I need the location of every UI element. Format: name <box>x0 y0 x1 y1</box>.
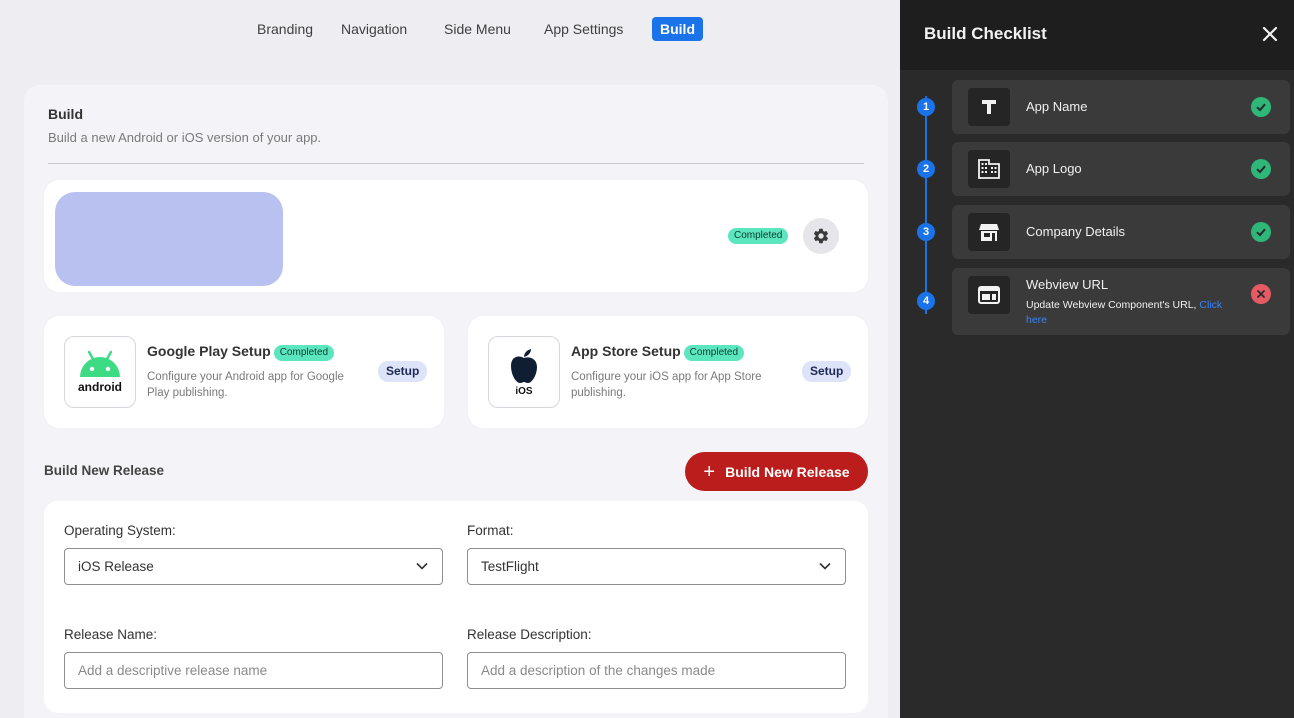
error-circle-icon <box>1251 284 1271 304</box>
checklist-item-description: Update Webview Component's URL, Click he… <box>1026 298 1236 328</box>
release-description-label: Release Description: <box>467 627 592 642</box>
release-name-input[interactable] <box>78 654 428 687</box>
app-settings-button[interactable] <box>803 218 839 254</box>
tab-branding[interactable]: Branding <box>257 17 313 41</box>
checklist-item-company-details[interactable]: Company Details <box>952 205 1290 259</box>
app-store-description: Configure your iOS app for App Store pub… <box>571 371 762 399</box>
app-store-title: App Store Setup Completed <box>571 343 745 361</box>
build-new-release-label: Build New Release <box>725 463 850 480</box>
building-icon <box>968 150 1010 188</box>
android-logo-text: android <box>78 380 122 394</box>
checklist-item-app-logo[interactable]: App Logo <box>952 142 1290 196</box>
google-play-description: Configure your Android app for Google Pl… <box>147 371 344 399</box>
release-name-field <box>64 652 443 689</box>
checklist-item-webview-url[interactable]: Webview URL Update Webview Component's U… <box>952 268 1290 335</box>
format-value: TestFlight <box>481 559 539 574</box>
checklist-item-label: App Logo <box>1026 161 1082 176</box>
checklist-item-label: App Name <box>1026 99 1088 114</box>
webview-description-text: Update Webview Component's URL, <box>1026 299 1197 311</box>
build-new-release-heading: Build New Release <box>44 463 165 478</box>
divider <box>48 163 864 164</box>
ios-logo: iOS <box>488 336 560 408</box>
android-icon <box>80 350 120 377</box>
text-icon <box>968 88 1010 126</box>
checklist-item-label: Company Details <box>1026 224 1125 239</box>
checklist-timeline <box>925 96 927 314</box>
app-store-setup-card: iOS App Store Setup Completed Configure y… <box>468 316 868 428</box>
panel-header: Build Checklist <box>900 0 1294 70</box>
build-title: Build <box>48 106 83 122</box>
check-circle-icon <box>1251 97 1271 117</box>
google-play-title-text: Google Play Setup <box>147 343 271 359</box>
checklist-item-app-name[interactable]: App Name <box>952 80 1290 134</box>
ios-logo-text: iOS <box>515 385 533 397</box>
gear-icon <box>813 228 829 244</box>
release-name-label: Release Name: <box>64 627 158 642</box>
store-icon <box>968 213 1010 251</box>
tab-navigation[interactable]: Navigation <box>341 17 407 41</box>
webview-icon <box>968 276 1010 314</box>
format-label: Format: <box>467 523 514 538</box>
app-store-setup-button[interactable]: Setup <box>802 361 852 382</box>
tab-build[interactable]: Build <box>652 17 703 41</box>
tab-side-menu[interactable]: Side Menu <box>444 17 511 41</box>
tab-app-settings[interactable]: App Settings <box>544 17 623 41</box>
status-badge: Completed <box>728 228 789 244</box>
operating-system-label: Operating System: <box>64 523 176 538</box>
android-logo: android <box>64 336 136 408</box>
app-thumbnail <box>55 192 283 286</box>
app-store-title-text: App Store Setup <box>571 343 681 359</box>
release-form: Operating System: iOS Release Format: Te… <box>44 501 868 713</box>
plus-icon: + <box>703 460 716 483</box>
build-subtitle: Build a new Android or iOS version of yo… <box>48 130 322 145</box>
build-checklist-panel: Build Checklist 1 2 3 4 App Name App Log… <box>900 0 1294 718</box>
step-number: 3 <box>917 223 935 241</box>
step-number: 1 <box>917 98 935 116</box>
chevron-down-icon <box>416 562 428 570</box>
build-new-release-button[interactable]: + Build New Release <box>685 452 868 491</box>
close-button[interactable] <box>1262 26 1278 47</box>
google-play-setup-button[interactable]: Setup <box>378 361 428 382</box>
google-play-status-badge: Completed <box>273 345 335 361</box>
apple-icon <box>511 348 537 383</box>
check-circle-icon <box>1251 159 1271 179</box>
checklist-item-label: Webview URL <box>1026 277 1109 292</box>
release-description-field <box>467 652 846 689</box>
step-number: 2 <box>917 160 935 178</box>
format-select[interactable]: TestFlight <box>467 548 846 585</box>
google-play-title: Google Play Setup Completed <box>147 343 335 361</box>
close-icon <box>1262 26 1278 42</box>
operating-system-value: iOS Release <box>78 559 154 574</box>
panel-title: Build Checklist <box>924 24 1047 43</box>
chevron-down-icon <box>819 562 831 570</box>
top-navigation: Branding Navigation Side Menu App Settin… <box>0 17 900 43</box>
google-play-setup-card: android Google Play Setup Completed Confi… <box>44 316 444 428</box>
operating-system-select[interactable]: iOS Release <box>64 548 443 585</box>
app-store-status-badge: Completed <box>683 345 745 361</box>
step-number: 4 <box>917 292 935 310</box>
release-description-input[interactable] <box>481 654 831 687</box>
check-circle-icon <box>1251 222 1271 242</box>
